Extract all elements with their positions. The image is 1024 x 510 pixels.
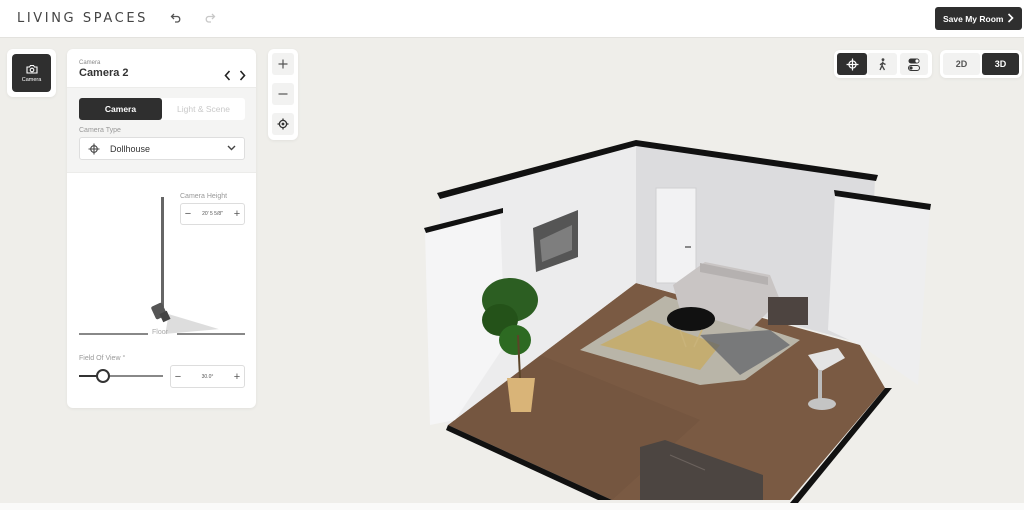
tab-camera[interactable]: Camera xyxy=(79,98,162,120)
camera-height-decrease-button[interactable]: − xyxy=(181,204,195,224)
camera-height-stepper: − 20' 5 5/8" + xyxy=(180,203,245,225)
camera-view-beam xyxy=(165,314,220,343)
zoom-out-button[interactable] xyxy=(272,83,294,105)
bottom-strip xyxy=(0,503,1024,510)
camera-pole[interactable] xyxy=(161,197,164,307)
minus-icon xyxy=(278,93,288,95)
left-tool-rail: Camera xyxy=(7,49,56,97)
panel-settings: Camera Light & Scene Camera Type Dollhou… xyxy=(67,87,256,173)
save-my-room-button[interactable]: Save My Room xyxy=(935,7,1022,30)
panel-header: Camera Camera 2 xyxy=(67,49,256,87)
panel-subtitle: Camera xyxy=(79,60,101,66)
view-3d-button[interactable]: 3D xyxy=(982,53,1019,75)
walking-person-icon xyxy=(878,57,886,70)
field-of-view-label: Field Of View ° xyxy=(79,355,126,362)
camera-type-value: Dollhouse xyxy=(110,143,151,154)
door-handle xyxy=(685,246,691,248)
crosshair-icon xyxy=(277,118,289,130)
floor-label: Floor xyxy=(152,329,168,336)
walk-view-button[interactable] xyxy=(867,53,897,75)
view-2d-button[interactable]: 2D xyxy=(943,53,980,75)
camera-tool-button[interactable]: Camera xyxy=(12,54,51,92)
previous-camera-button[interactable] xyxy=(222,68,232,82)
tab-light-scene[interactable]: Light & Scene xyxy=(162,98,245,120)
camera-icon xyxy=(25,64,38,74)
coffee-table xyxy=(667,307,715,331)
undo-button[interactable] xyxy=(168,10,184,26)
next-camera-button[interactable] xyxy=(237,68,247,82)
dollhouse-icon xyxy=(88,143,100,155)
chevron-down-icon xyxy=(227,145,236,151)
dollhouse-view-button[interactable] xyxy=(837,53,867,75)
camera-type-select[interactable]: Dollhouse xyxy=(79,137,245,160)
camera-height-increase-button[interactable]: + xyxy=(230,204,244,224)
door xyxy=(655,187,697,284)
dollhouse-icon xyxy=(846,58,858,70)
view-mode-controls xyxy=(834,50,932,78)
floor-line xyxy=(177,333,245,335)
camera-height-label: Camera Height xyxy=(180,193,228,200)
zoom-controls xyxy=(268,49,298,140)
top-bar: LIVING SPACES Save My Room xyxy=(0,0,1024,38)
recenter-button[interactable] xyxy=(272,113,294,135)
camera-tool-label: Camera xyxy=(21,76,42,83)
brand-logo[interactable]: LIVING SPACES xyxy=(17,11,148,26)
floor-line xyxy=(79,333,148,335)
fov-value[interactable]: 30.0° xyxy=(185,374,230,380)
dimension-toggle: 2D 3D xyxy=(940,50,1022,78)
panel-title: Camera 2 xyxy=(79,67,129,79)
panel-tabs: Camera Light & Scene xyxy=(79,98,245,120)
save-button-label: Save My Room xyxy=(943,13,1004,24)
camera-panel: Camera Camera 2 Camera Light & Scene Cam… xyxy=(67,49,256,408)
redo-button[interactable] xyxy=(202,10,218,26)
toggle-switches-icon xyxy=(908,58,920,71)
undo-icon xyxy=(170,13,181,23)
side-table xyxy=(768,297,808,325)
chevron-right-icon xyxy=(1007,13,1014,23)
fov-decrease-button[interactable]: − xyxy=(171,366,185,387)
fov-increase-button[interactable]: + xyxy=(230,366,244,387)
camera-type-label: Camera Type xyxy=(79,127,121,134)
plus-icon xyxy=(278,59,288,69)
field-of-view-stepper: − 30.0° + xyxy=(170,365,245,388)
camera-height-value[interactable]: 20' 5 5/8" xyxy=(195,211,230,217)
field-of-view-slider[interactable] xyxy=(79,369,163,383)
display-toggles-button[interactable] xyxy=(900,53,928,75)
fov-slider-thumb[interactable] xyxy=(96,369,111,383)
chevron-right-icon xyxy=(239,69,246,81)
zoom-in-button[interactable] xyxy=(272,53,294,75)
redo-icon xyxy=(205,13,216,23)
camera-height-diagram: Floor Camera Height − 20' 5 5/8" + Field… xyxy=(67,173,256,408)
chevron-left-icon xyxy=(223,69,230,81)
